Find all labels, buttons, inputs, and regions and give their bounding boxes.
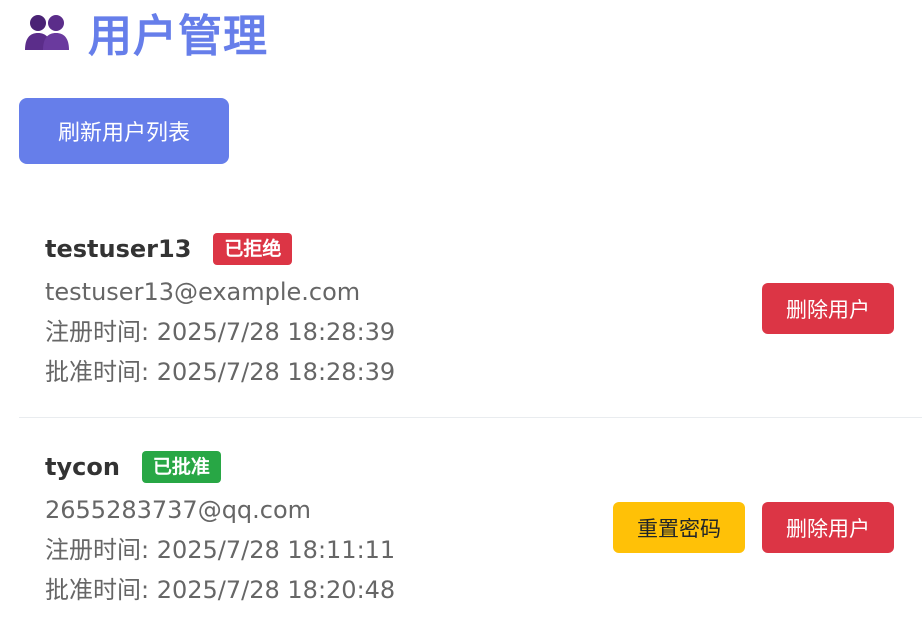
page-header: 用户管理 (24, 6, 268, 62)
user-actions: 删除用户 (762, 283, 894, 334)
delete-user-button[interactable]: 删除用户 (762, 502, 894, 553)
username: tycon (45, 453, 120, 481)
user-name-row: testuser13 已拒绝 (45, 226, 922, 272)
approved-time: 批准时间: 2025/7/28 18:20:48 (45, 576, 396, 604)
reset-password-button[interactable]: 重置密码 (613, 502, 745, 553)
user-card: tycon 已批准 2655283737@qq.com 注册时间: 2025/7… (19, 444, 922, 624)
delete-user-button[interactable]: 删除用户 (762, 283, 894, 334)
page-title: 用户管理 (88, 11, 268, 62)
refresh-user-list-button[interactable]: 刷新用户列表 (19, 98, 229, 164)
users-icon (25, 15, 69, 50)
user-card: testuser13 已拒绝 testuser13@example.com 注册… (19, 226, 922, 418)
username: testuser13 (45, 235, 192, 263)
approved-time: 批准时间: 2025/7/28 18:28:39 (45, 358, 396, 386)
status-badge: 已批准 (141, 451, 221, 483)
user-name-row: tycon 已批准 (45, 444, 922, 490)
user-management-page: 用户管理 刷新用户列表 testuser13 已拒绝 testuser13@ex… (0, 0, 922, 637)
user-actions: 重置密码 删除用户 (613, 502, 894, 553)
status-badge: 已拒绝 (213, 233, 293, 265)
